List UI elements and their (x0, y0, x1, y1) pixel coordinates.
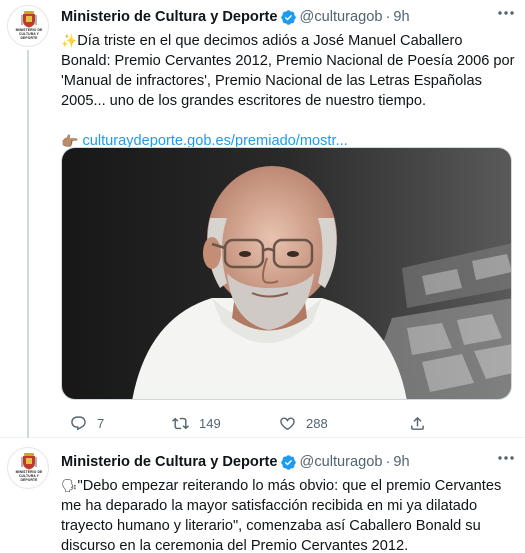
separator-dot: · (385, 9, 391, 25)
author-name[interactable]: Ministerio de Cultura y Deporte (61, 454, 278, 470)
reply-count: 7 (97, 415, 105, 431)
like-button[interactable]: 288 (279, 415, 328, 432)
coat-of-arms-icon (21, 453, 37, 470)
timestamp[interactable]: 9h (393, 454, 409, 470)
tweet-text: 🗣"Debo empezar reiterando lo más obvio: … (61, 476, 515, 553)
separator-dot: · (385, 454, 391, 470)
retweet-count: 149 (199, 415, 221, 431)
tweet-header: Ministerio de Cultura y Deporte @cultura… (61, 8, 515, 26)
tweet-body: Día triste en el que decimos adiós a Jos… (61, 33, 515, 109)
speaking-head-emoji: 🗣 (61, 478, 78, 493)
reply-button[interactable]: 7 (70, 415, 104, 432)
portrait-photo (62, 148, 511, 399)
tweet-actions: 7 149 288 (61, 413, 424, 433)
tweet-text: ✨Día triste en el que decimos adiós a Jo… (61, 31, 515, 111)
avatar[interactable]: MINISTERIO DE CULTURA Y DEPORTE (7, 447, 49, 489)
share-button[interactable] (409, 415, 426, 432)
sparkles-emoji: ✨ (61, 33, 78, 48)
author-handle[interactable]: @culturagob (300, 9, 383, 25)
tweet-header: Ministerio de Cultura y Deporte @cultura… (61, 453, 515, 471)
tweet[interactable]: MINISTERIO DE CULTURA Y DEPORTE Minister… (0, 0, 525, 438)
author-handle[interactable]: @culturagob (300, 454, 383, 470)
retweet-icon (172, 417, 189, 429)
timestamp[interactable]: 9h (393, 9, 409, 25)
more-options-icon[interactable] (497, 455, 515, 461)
reply-icon (71, 415, 86, 430)
tweet[interactable]: MINISTERIO DE CULTURA Y DEPORTE Minister… (0, 439, 525, 553)
like-count: 288 (306, 415, 328, 431)
thread-connector (27, 50, 29, 438)
avatar-label: MINISTERIO DE CULTURA Y DEPORTE (15, 28, 43, 40)
verified-badge-icon (280, 9, 296, 25)
tweet-content: Ministerio de Cultura y Deporte @cultura… (61, 453, 515, 553)
more-options-icon[interactable] (497, 10, 515, 16)
heart-icon (280, 416, 295, 430)
tweet-content: Ministerio de Cultura y Deporte @cultura… (61, 8, 515, 151)
tweet-photo[interactable] (61, 147, 512, 400)
avatar-label: MINISTERIO DE CULTURA Y DEPORTE (15, 470, 43, 482)
tweet-body: "Debo empezar reiterando lo más obvio: q… (61, 478, 502, 553)
coat-of-arms-icon (21, 11, 37, 28)
share-icon (411, 416, 424, 430)
avatar[interactable]: MINISTERIO DE CULTURA Y DEPORTE (7, 5, 49, 47)
verified-badge-icon (280, 454, 296, 470)
retweet-button[interactable]: 149 (172, 415, 221, 432)
author-name[interactable]: Ministerio de Cultura y Deporte (61, 9, 278, 25)
